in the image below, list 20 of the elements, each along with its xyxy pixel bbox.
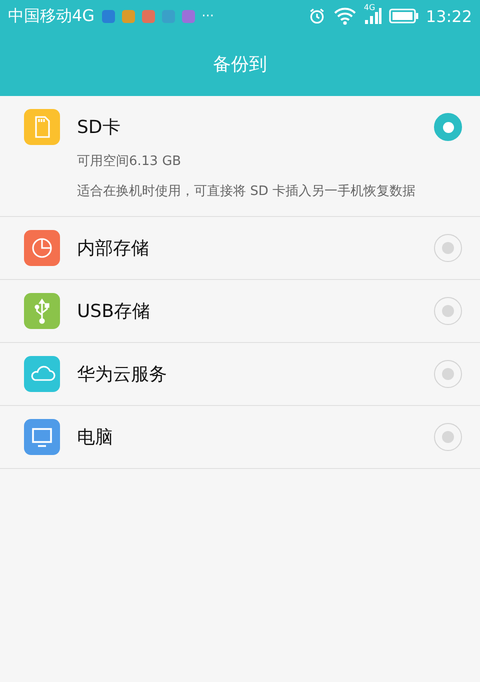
radio-button[interactable] — [434, 234, 462, 262]
page-title: 备份到 — [213, 53, 267, 76]
option-description: 适合在换机时使用，可直接将 SD 卡插入另一手机恢复数据 — [77, 183, 417, 200]
radio-button[interactable] — [434, 423, 462, 451]
alarm-icon — [308, 7, 326, 25]
option-label: 华为云服务 — [77, 363, 168, 386]
radio-button[interactable] — [434, 113, 462, 141]
wifi-icon — [332, 6, 357, 26]
option-label: SD卡 — [77, 116, 122, 139]
option-description: 可用空间6.13 GB — [77, 153, 182, 170]
more-notifications: ··· — [202, 8, 214, 24]
option-label: 电脑 — [77, 426, 114, 449]
carrier-name: 中国移动4G — [8, 6, 95, 26]
radio-button[interactable] — [434, 360, 462, 388]
network-label: 4G — [364, 3, 376, 12]
option-label: 内部存储 — [77, 237, 150, 260]
battery-icon — [388, 8, 419, 24]
radio-button[interactable] — [434, 297, 462, 325]
clock-time: 13:22 — [426, 6, 472, 26]
option-label: USB存储 — [77, 300, 151, 323]
